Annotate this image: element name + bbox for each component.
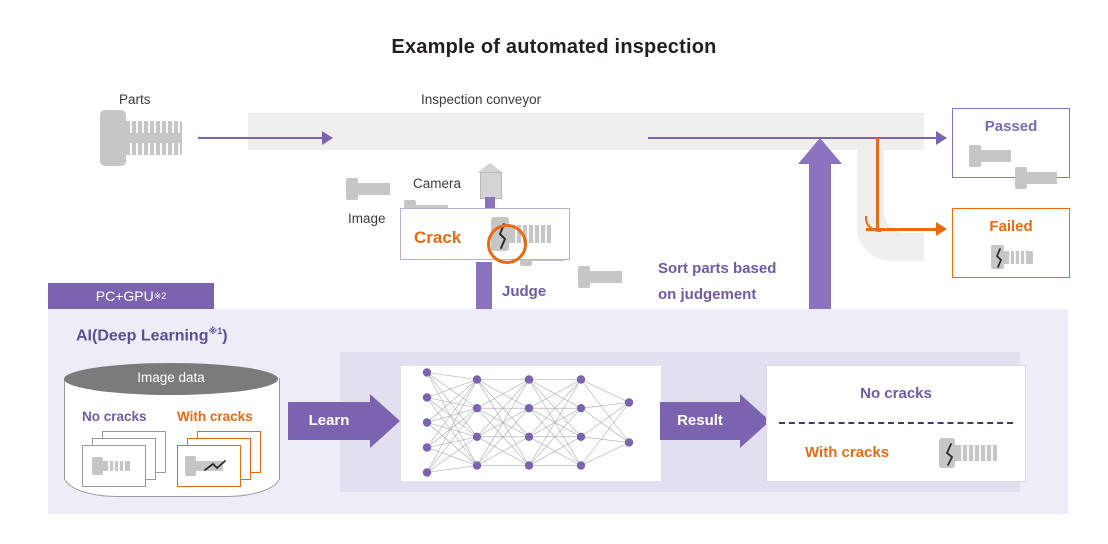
part-bolt-icon bbox=[100, 110, 182, 166]
image-label: Image bbox=[348, 211, 386, 226]
crack-line-icon bbox=[945, 443, 954, 466]
passed-bolt-icon bbox=[1015, 167, 1057, 189]
ai-title-footnote: ※1 bbox=[208, 326, 223, 336]
learn-arrow-head bbox=[370, 394, 400, 448]
result-arrow: Result bbox=[660, 394, 770, 448]
no-cracks-group-label: No cracks bbox=[82, 409, 147, 424]
failed-box: Failed bbox=[952, 208, 1070, 278]
crack-line-icon bbox=[204, 460, 226, 471]
no-cracks-card-stack bbox=[82, 431, 172, 487]
crack-highlight-ring bbox=[487, 224, 527, 264]
pc-gpu-label: PC+GPU bbox=[95, 288, 154, 304]
inspection-conveyor-label: Inspection conveyor bbox=[421, 92, 542, 107]
crack-text-label: Crack bbox=[414, 228, 462, 247]
passed-box: Passed bbox=[952, 108, 1070, 189]
camera-label: Camera bbox=[413, 176, 462, 191]
neural-network-box bbox=[400, 365, 662, 482]
ai-title-suffix: ) bbox=[222, 327, 228, 345]
pc-gpu-footnote: ※2 bbox=[153, 290, 167, 301]
parts-label: Parts bbox=[119, 92, 151, 107]
transport-line bbox=[648, 137, 938, 139]
sort-line-2: on judgement bbox=[658, 286, 757, 304]
image-database: Image data No cracks With cracks bbox=[64, 363, 280, 497]
failed-arrow-head bbox=[936, 222, 947, 236]
feed-arrow-line bbox=[198, 137, 324, 139]
ai-title-text: AI(Deep Learning bbox=[76, 327, 209, 345]
result-with-cracks-label: With cracks bbox=[805, 444, 890, 461]
result-divider bbox=[779, 422, 1013, 424]
diagram-canvas: Example of automated inspection Parts In… bbox=[0, 0, 1108, 544]
sort-arrow-head bbox=[798, 138, 842, 164]
result-cracked-bolt-icon bbox=[939, 438, 997, 468]
sort-description: Sort parts based on judgement bbox=[658, 256, 818, 309]
page-title: Example of automated inspection bbox=[391, 36, 717, 58]
conveyor-bolt-icon bbox=[346, 178, 390, 200]
neural-network-graph bbox=[422, 368, 634, 477]
learn-arrow: Learn bbox=[288, 394, 400, 448]
result-box: No cracks With cracks bbox=[766, 365, 1026, 482]
judge-label: Judge bbox=[502, 283, 547, 300]
ai-panel-title: AI(Deep Learning※1) bbox=[76, 326, 228, 345]
passed-bolt-icon bbox=[969, 145, 1011, 167]
feed-arrow-head bbox=[322, 131, 333, 145]
crack-line-icon bbox=[995, 248, 1003, 268]
failed-bolt-icon bbox=[991, 245, 1033, 269]
db-top-label: Image data bbox=[137, 370, 205, 385]
learn-label: Learn bbox=[308, 412, 350, 429]
result-no-cracks-label: No cracks bbox=[860, 385, 932, 402]
pc-gpu-badge: PC+GPU ※2 bbox=[48, 283, 214, 309]
result-label: Result bbox=[677, 412, 723, 429]
sort-line-1: Sort parts based bbox=[658, 260, 777, 277]
conveyor-bolt-icon bbox=[578, 266, 622, 288]
with-cracks-card-stack bbox=[177, 431, 267, 487]
good-bolt-icon bbox=[92, 457, 130, 475]
passed-arrow-head bbox=[936, 131, 947, 145]
cracked-bolt-icon bbox=[185, 456, 226, 476]
failed-label: Failed bbox=[989, 218, 1033, 235]
camera-body-icon bbox=[480, 172, 502, 199]
passed-label: Passed bbox=[984, 118, 1038, 135]
reject-line-horizontal bbox=[866, 228, 938, 231]
with-cracks-group-label: With cracks bbox=[177, 409, 253, 424]
